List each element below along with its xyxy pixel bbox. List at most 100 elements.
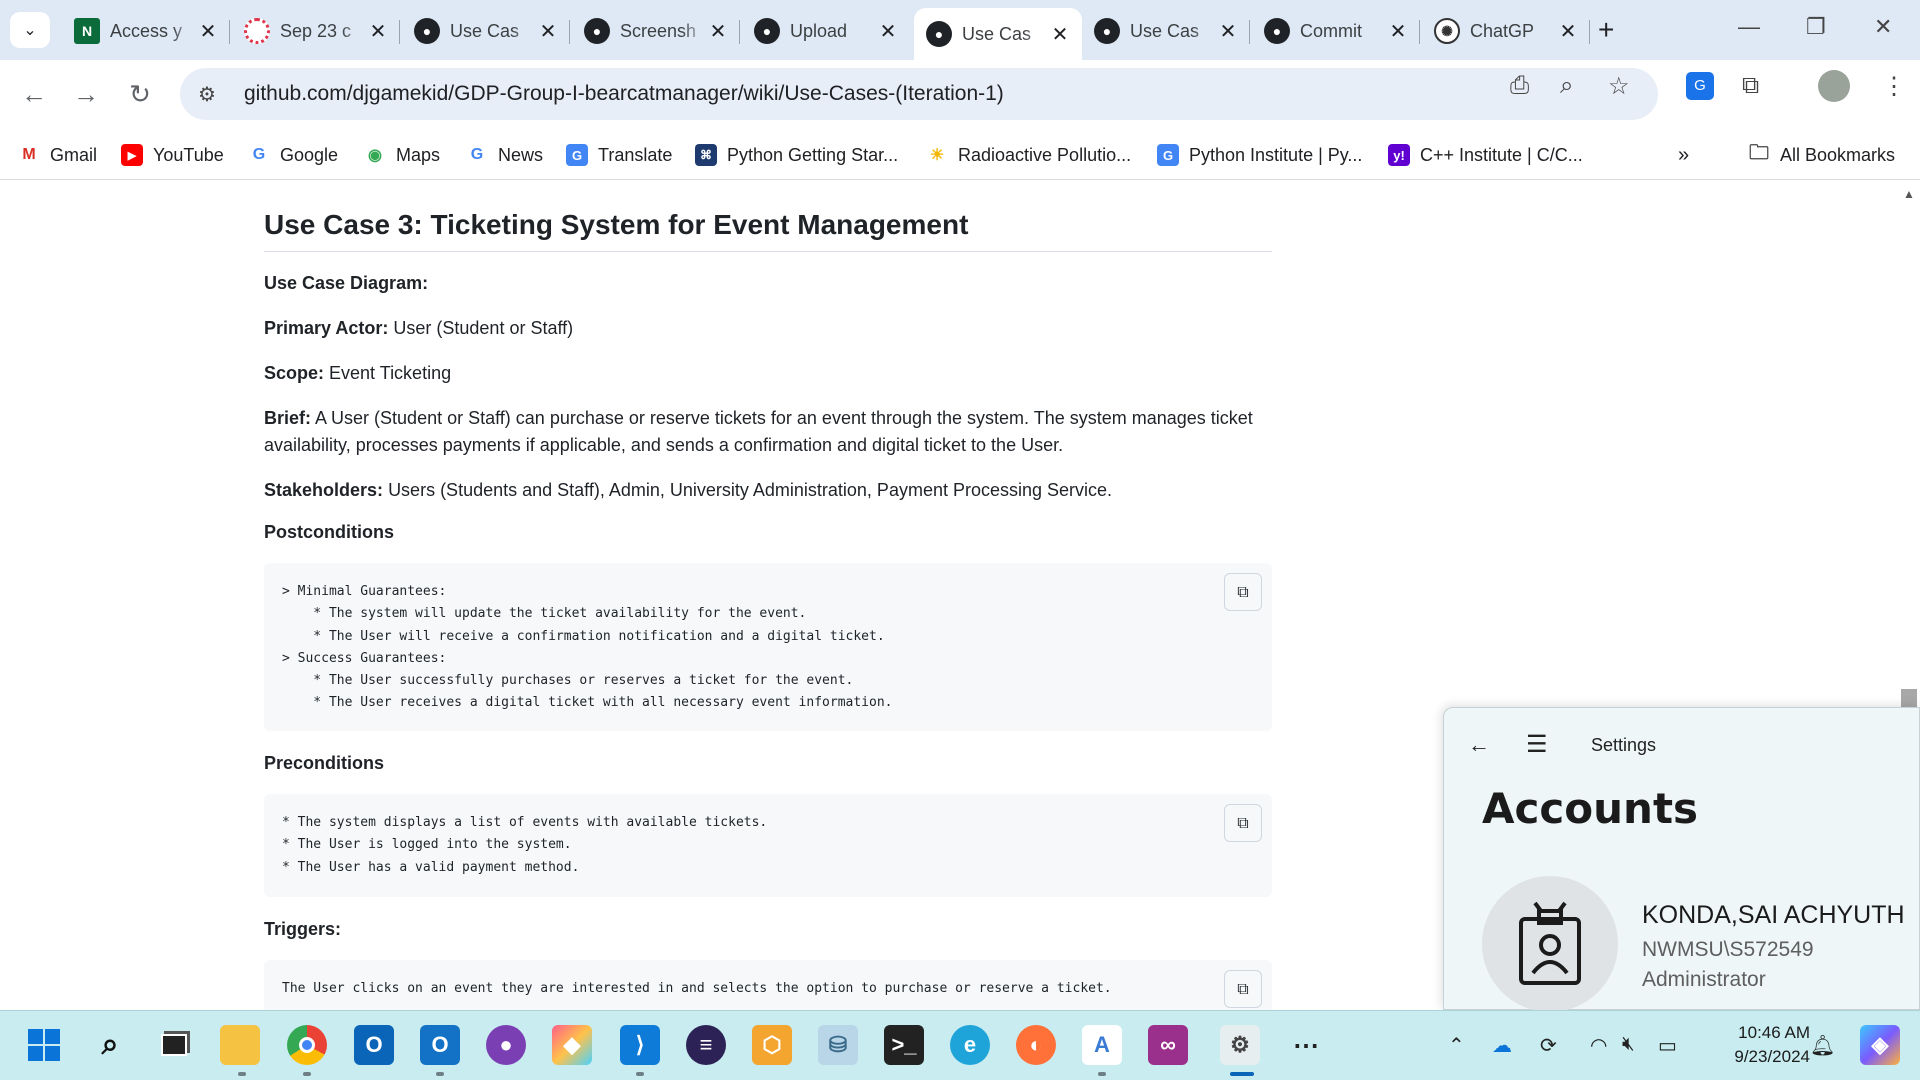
python-icon: ⌘ [695, 144, 717, 166]
profile-avatar[interactable] [1818, 70, 1850, 102]
back-arrow-icon[interactable]: ← [16, 76, 52, 112]
settings-gear-icon[interactable]: ⚙ [1220, 1025, 1260, 1065]
copy-button[interactable]: ⧉ [1224, 970, 1262, 1008]
search-icon[interactable]: ⌕ [90, 1025, 130, 1065]
settings-title: Settings [1591, 735, 1657, 755]
triggers-heading: Triggers: [264, 919, 342, 939]
windows-start-icon[interactable] [24, 1025, 64, 1065]
more-menu-icon[interactable]: ⋮ [1882, 72, 1906, 101]
app-store-icon[interactable]: A [1082, 1025, 1122, 1065]
github-desktop-icon[interactable]: ● [486, 1025, 526, 1065]
youtube-icon: ▶ [121, 144, 143, 166]
more-apps-icon[interactable]: ⋯ [1286, 1025, 1326, 1065]
copy-button[interactable]: ⧉ [1224, 804, 1262, 842]
bookmark-news[interactable]: G News [466, 139, 543, 171]
eclipse-icon[interactable]: ≡ [686, 1025, 726, 1065]
address-bar[interactable]: ⚙ github.com/djgamekid/GDP-Group-I-bearc… [180, 68, 1658, 120]
close-icon[interactable]: ✕ [538, 19, 558, 44]
bookmark-google[interactable]: G Google [248, 139, 338, 171]
active-indicator [1230, 1072, 1254, 1076]
triggers-code-block: The User clicks on an event they are int… [264, 960, 1272, 1010]
bookmark-python-institute[interactable]: G Python Institute | Py... [1157, 139, 1362, 171]
zoom-icon[interactable]: ⌕ [1560, 72, 1573, 100]
outlook-icon[interactable]: O [354, 1025, 394, 1065]
bookmark-cpp-institute[interactable]: y! C++ Institute | C/C... [1388, 139, 1583, 171]
tab-divider [399, 20, 400, 44]
vscode-icon[interactable]: ⟩ [620, 1025, 660, 1065]
notification-bell-icon[interactable]: 🔔︎ [1810, 1033, 1835, 1058]
tab-commit[interactable]: ● Commit ✕ [1252, 10, 1420, 52]
github-icon: ● [1094, 18, 1120, 44]
bookmark-star-icon[interactable]: ☆ [1608, 72, 1630, 101]
tab-sep23[interactable]: Sep 23 c ✕ [232, 10, 400, 52]
scroll-up-arrow-icon[interactable]: ▲ [1903, 187, 1915, 201]
minimize-icon[interactable]: — [1738, 14, 1760, 40]
tab-screenshots[interactable]: ● Screensh ✕ [572, 10, 740, 52]
close-icon[interactable]: ✕ [878, 19, 898, 44]
tab-upload[interactable]: ● Upload ✕ [742, 10, 910, 52]
outlook-mail-icon[interactable]: O [420, 1025, 460, 1065]
id-badge-icon [1519, 901, 1581, 985]
forward-arrow-icon[interactable]: → [68, 76, 104, 112]
running-indicator [636, 1072, 644, 1076]
copilot-icon[interactable]: ◈ [1860, 1025, 1900, 1065]
onedrive-cloud-icon[interactable]: ☁ [1492, 1033, 1512, 1058]
file-explorer-icon[interactable] [220, 1025, 260, 1065]
database-icon[interactable]: ⛁ [818, 1025, 858, 1065]
tab-chatgpt[interactable]: ✺ ChatGP ✕ [1422, 10, 1590, 52]
close-icon[interactable]: ✕ [198, 19, 218, 44]
close-icon[interactable]: ✕ [1218, 19, 1238, 44]
bookmark-translate[interactable]: G Translate [566, 139, 672, 171]
tab-use-cases-2[interactable]: ● Use Cas ✕ [1082, 10, 1250, 52]
use-case-heading: Use Case 3: Ticketing System for Event M… [264, 181, 1272, 252]
infinity-app-icon[interactable]: ∞ [1148, 1025, 1188, 1065]
reload-icon[interactable]: ↻ [122, 76, 158, 112]
more-bookmarks-chevron-icon[interactable]: » [1678, 139, 1689, 171]
close-icon[interactable]: ✕ [1050, 22, 1070, 47]
google-icon: G [252, 146, 266, 163]
bookmark-radioactive-pollution[interactable]: ☀ Radioactive Pollutio... [926, 139, 1131, 171]
wifi-icon[interactable]: ◠ [1590, 1033, 1607, 1058]
github-icon: ● [1264, 18, 1290, 44]
close-icon[interactable]: ✕ [368, 19, 388, 44]
battery-icon[interactable]: ▭ [1658, 1033, 1677, 1058]
gmail-icon: M [22, 146, 36, 163]
back-arrow-icon[interactable]: ← [1468, 732, 1490, 758]
bookmark-youtube[interactable]: ▶ YouTube [121, 139, 224, 171]
system-clock[interactable]: 10:46 AM 9/23/2024 [1700, 1021, 1810, 1069]
close-icon[interactable]: ✕ [708, 19, 728, 44]
close-icon[interactable]: ✕ [1388, 19, 1408, 44]
firefox-icon[interactable]: ◐ [1016, 1025, 1056, 1065]
tab-use-cases-active[interactable]: ● Use Cas ✕ [914, 8, 1082, 60]
site-info-icon[interactable]: ⚙ [198, 82, 226, 107]
scrollbar-thumb[interactable] [1901, 689, 1917, 709]
dev-app-icon[interactable]: ◆ [552, 1025, 592, 1065]
all-bookmarks-folder[interactable]: 🗀 All Bookmarks [1748, 139, 1895, 171]
terminal-icon[interactable]: >_ [884, 1025, 924, 1065]
settings-window: ← ☰ Settings Accounts KONDA,SAI ACHYUTH … [1443, 707, 1920, 1012]
copy-button[interactable]: ⧉ [1224, 573, 1262, 611]
tab-access[interactable]: N Access y ✕ [62, 10, 230, 52]
window-close-icon[interactable]: ✕ [1874, 14, 1892, 40]
hamburger-menu-icon[interactable]: ☰ [1526, 730, 1548, 759]
chrome-icon[interactable] [287, 1025, 327, 1065]
task-view-icon[interactable] [154, 1025, 194, 1065]
sync-icon[interactable]: ⟳ [1540, 1033, 1557, 1058]
yahoo-icon: y! [1388, 144, 1410, 166]
new-tab-plus-icon[interactable]: + [1598, 14, 1614, 46]
bookmark-gmail[interactable]: M Gmail [18, 139, 97, 171]
tab-use-cases-1[interactable]: ● Use Cas ✕ [402, 10, 570, 52]
tab-search-button[interactable]: ⌄ [10, 12, 50, 48]
close-icon[interactable]: ✕ [1558, 19, 1578, 44]
url-text[interactable]: github.com/djgamekid/GDP-Group-I-bearcat… [244, 82, 1004, 106]
install-app-icon[interactable]: ⎙ [1510, 72, 1529, 100]
edge-icon[interactable]: e [950, 1025, 990, 1065]
tray-chevron-up-icon[interactable]: ⌃ [1448, 1033, 1465, 1058]
bookmark-maps[interactable]: ◉ Maps [364, 139, 440, 171]
hexagon-app-icon[interactable]: ⬡ [752, 1025, 792, 1065]
extensions-puzzle-icon[interactable]: ⧉ [1742, 72, 1759, 100]
volume-muted-icon[interactable]: 🔇︎ [1622, 1033, 1635, 1056]
restore-icon[interactable]: ❐ [1806, 14, 1826, 40]
extension-reader-icon[interactable]: G [1686, 72, 1714, 100]
bookmark-python-getting-started[interactable]: ⌘ Python Getting Star... [695, 139, 898, 171]
